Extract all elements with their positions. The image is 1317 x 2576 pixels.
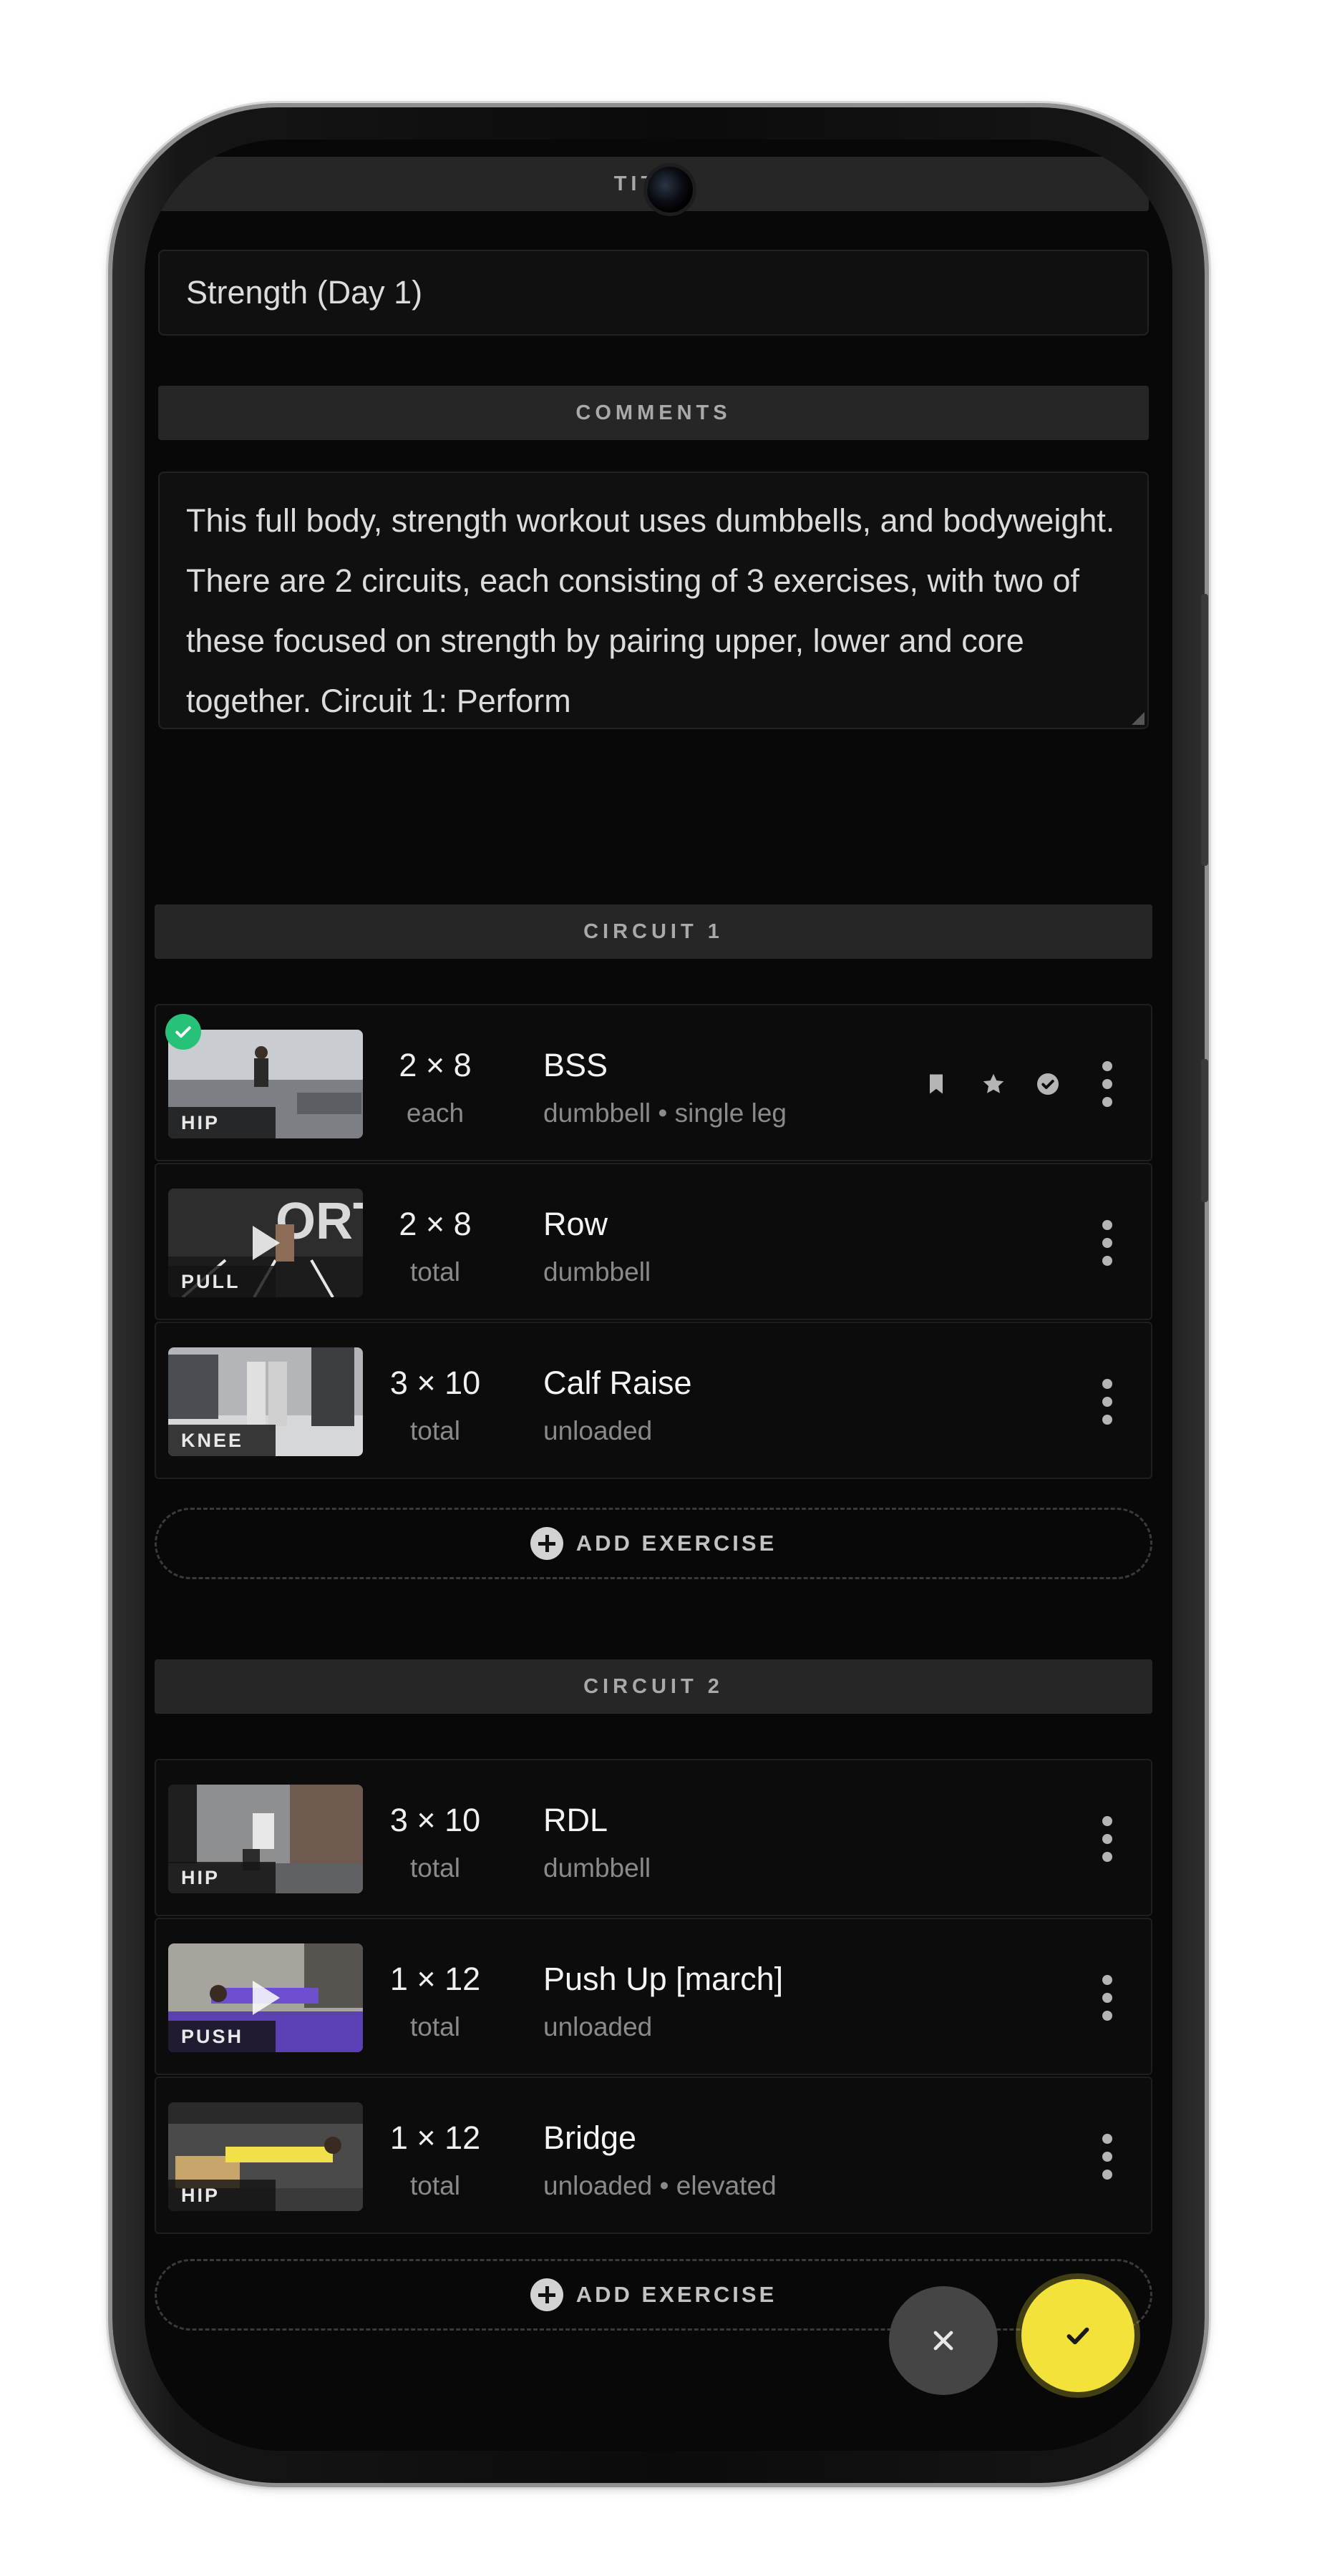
- check-icon: [1066, 2327, 1089, 2345]
- movement-tag: HIP: [168, 2180, 276, 2211]
- sets-reps: 1 × 12: [389, 2119, 481, 2156]
- exercise-details: dumbbell: [543, 1853, 651, 1883]
- more-menu-icon[interactable]: [1102, 1220, 1114, 1266]
- more-menu-icon[interactable]: [1102, 1816, 1114, 1862]
- exercise-thumbnail[interactable]: HIP: [168, 2102, 363, 2211]
- exercise-thumbnail[interactable]: HIP: [168, 1030, 363, 1138]
- movement-tag: KNEE: [168, 1425, 276, 1456]
- movement-tag: PULL: [168, 1266, 276, 1297]
- more-menu-icon[interactable]: [1102, 1975, 1114, 2021]
- exercise-thumbnail[interactable]: HIP: [168, 1785, 363, 1893]
- comments-text: This full body, strength workout uses du…: [186, 502, 1115, 719]
- sets-reps: 3 × 10: [389, 1802, 481, 1838]
- sets-reps: 2 × 8: [399, 1047, 472, 1083]
- add-circle-icon: [530, 1527, 563, 1560]
- title-input-value: Strength (Day 1): [186, 274, 423, 311]
- sets-reps: 3 × 10: [389, 1365, 481, 1401]
- exercise-name: Calf Raise: [543, 1365, 692, 1401]
- add-exercise-button[interactable]: ADD EXERCISE: [155, 2259, 1152, 2331]
- exercise-details: dumbbell: [543, 1257, 651, 1287]
- exercise-thumbnail[interactable]: PUSH: [168, 1943, 363, 2052]
- exercise-row-calf-raise[interactable]: KNEE 3 × 10 total Calf Raise unloaded: [155, 1322, 1152, 1479]
- reps-unit: each: [406, 1098, 465, 1128]
- exercise-row-bss[interactable]: HIP 2 × 8 each BSS dumbbell • single leg: [155, 1004, 1152, 1161]
- circuit-1-header: CIRCUIT 1: [155, 904, 1152, 959]
- close-icon: [933, 2331, 953, 2351]
- save-button[interactable]: [1021, 2279, 1134, 2392]
- exercise-row-rdl[interactable]: HIP 3 × 10 total RDL dumbbell: [155, 1759, 1152, 1916]
- bookmark-icon[interactable]: [923, 1071, 949, 1097]
- app-screen: TITLE Strength (Day 1) COMMENTS This ful…: [145, 140, 1172, 2451]
- movement-tag: HIP: [168, 1862, 276, 1893]
- more-menu-icon[interactable]: [1102, 1061, 1114, 1107]
- exercise-details: dumbbell • single leg: [543, 1098, 787, 1128]
- exercise-row-row[interactable]: ORT PULL 2 × 8 total Row dumbbell: [155, 1163, 1152, 1320]
- add-circle-icon: [530, 2278, 563, 2311]
- exercise-details: unloaded • elevated: [543, 2171, 777, 2200]
- resize-handle[interactable]: [1132, 712, 1145, 725]
- sets-reps: 2 × 8: [399, 1206, 472, 1242]
- reps-unit: total: [410, 1416, 460, 1445]
- add-exercise-button[interactable]: ADD EXERCISE: [155, 1508, 1152, 1579]
- movement-tag: HIP: [168, 1107, 276, 1138]
- phone-frame: TITLE Strength (Day 1) COMMENTS This ful…: [112, 107, 1208, 2483]
- exercise-name: Push Up [march]: [543, 1961, 784, 1997]
- exercise-row-push-up[interactable]: PUSH 1 × 12 total Push Up [march] unload…: [155, 1918, 1152, 2075]
- comments-label: COMMENTS: [158, 386, 1149, 440]
- reps-unit: total: [410, 1853, 460, 1883]
- play-icon: [253, 1226, 280, 1260]
- reps-unit: total: [410, 2012, 460, 2041]
- exercise-name: Bridge: [543, 2119, 637, 2156]
- exercise-details: unloaded: [543, 1416, 653, 1445]
- exercise-thumbnail[interactable]: KNEE: [168, 1347, 363, 1456]
- play-icon: [253, 1981, 280, 2015]
- volume-button: [1201, 594, 1208, 866]
- more-menu-icon[interactable]: [1102, 1379, 1114, 1425]
- movement-tag: PUSH: [168, 2021, 276, 2052]
- title-input[interactable]: Strength (Day 1): [158, 250, 1149, 336]
- reps-unit: total: [410, 1257, 460, 1287]
- check-circle-icon[interactable]: [1035, 1071, 1061, 1097]
- star-icon[interactable]: [981, 1071, 1006, 1097]
- exercise-name: Row: [543, 1206, 608, 1242]
- power-button: [1201, 1059, 1208, 1202]
- add-exercise-label: ADD EXERCISE: [575, 1531, 777, 1556]
- cancel-button[interactable]: [889, 2286, 998, 2395]
- reps-unit: total: [410, 2171, 460, 2200]
- add-exercise-label: ADD EXERCISE: [575, 2282, 777, 2307]
- comments-textarea[interactable]: This full body, strength workout uses du…: [158, 472, 1149, 729]
- front-camera: [647, 167, 693, 213]
- completed-check-icon: [165, 1014, 201, 1050]
- exercise-details: unloaded: [543, 2012, 653, 2041]
- exercise-name: RDL: [543, 1802, 608, 1838]
- circuit-2-header: CIRCUIT 2: [155, 1659, 1152, 1714]
- more-menu-icon[interactable]: [1102, 2134, 1114, 2180]
- sets-reps: 1 × 12: [389, 1961, 481, 1997]
- exercise-name: BSS: [543, 1047, 608, 1083]
- exercise-row-bridge[interactable]: HIP 1 × 12 total Bridge unloaded • eleva…: [155, 2077, 1152, 2234]
- exercise-thumbnail[interactable]: ORT PULL: [168, 1189, 363, 1297]
